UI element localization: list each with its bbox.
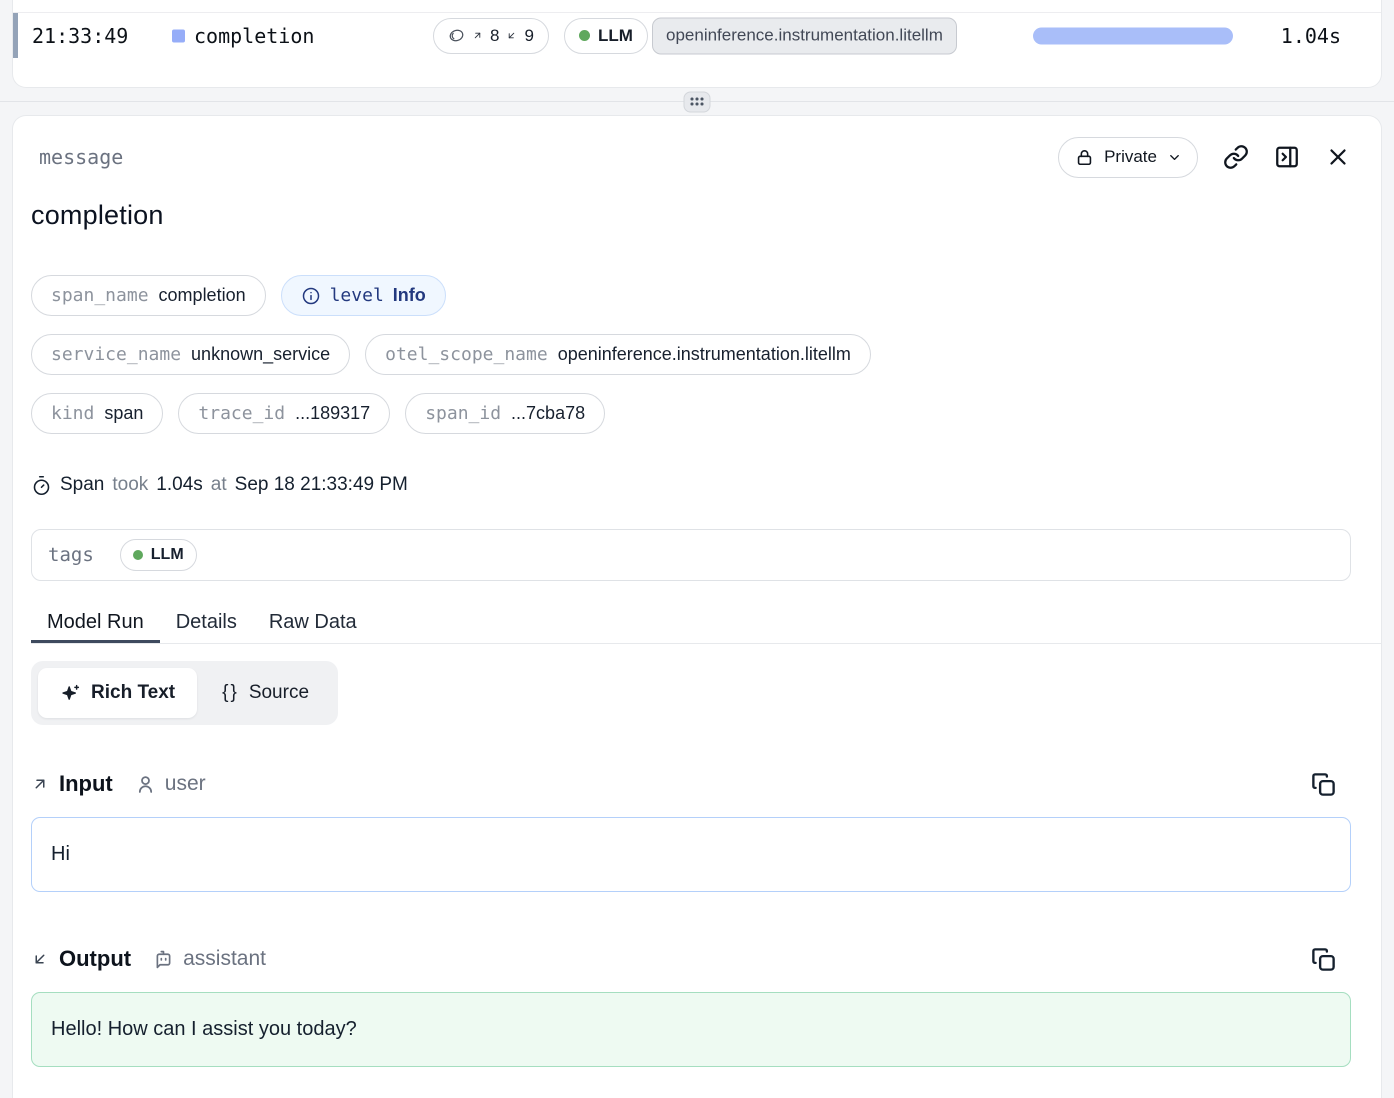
privacy-label: Private — [1104, 147, 1157, 167]
output-label: Output — [59, 946, 131, 972]
detail-tabs: Model Run Details Raw Data — [31, 605, 1381, 644]
row-selection-accent — [13, 13, 18, 58]
input-role: user — [165, 772, 206, 796]
panel-header: message Private — [31, 116, 1351, 178]
duration-bar — [1033, 27, 1233, 44]
trace-table-panel: 21:33:49 completion 8 9 LLM openinferenc… — [12, 0, 1382, 88]
tab-model-run[interactable]: Model Run — [31, 605, 160, 643]
kind-badge: kind span — [31, 393, 163, 434]
link-icon — [1223, 144, 1249, 170]
copy-output-button[interactable] — [1310, 946, 1337, 973]
timing-entity: Span — [60, 474, 104, 496]
tags-box: tags LLM — [31, 529, 1351, 581]
badge-key: kind — [51, 403, 94, 424]
span-id-badge: span_id ...7cba78 — [405, 393, 605, 434]
drag-handle[interactable] — [684, 91, 711, 112]
privacy-dropdown[interactable]: Private — [1058, 137, 1198, 178]
badge-value: completion — [159, 285, 246, 306]
braces-icon: {} — [222, 682, 239, 704]
panel-resizer — [0, 88, 1394, 115]
header-controls: Private — [1058, 137, 1351, 178]
badge-value: ...7cba78 — [511, 403, 585, 424]
span-name-badge: span_name completion — [31, 275, 266, 316]
copy-input-button[interactable] — [1310, 771, 1337, 798]
input-section-header: Input user — [31, 769, 1351, 799]
arrow-up-right-icon — [472, 30, 483, 41]
tag-llm[interactable]: LLM — [120, 539, 197, 571]
span-timing: Span took 1.04s at Sep 18 21:33:49 PM — [31, 474, 1351, 496]
input-token-count: 8 — [490, 26, 499, 46]
input-label: Input — [59, 771, 113, 797]
arrow-down-left-icon — [506, 30, 517, 41]
level-badge: level Info — [281, 275, 446, 316]
user-icon — [135, 774, 156, 795]
span-detail-panel: message Private completion — [12, 115, 1382, 1098]
trace-duration: 1.04s — [1281, 24, 1341, 48]
badge-value: openinference.instrumentation.litellm — [558, 344, 851, 365]
output-section-header: Output assistant — [31, 944, 1351, 974]
badge-value: unknown_service — [191, 344, 330, 365]
service-name-badge: service_name unknown_service — [31, 334, 350, 375]
timing-at: at — [211, 474, 227, 496]
trace-id-badge: trace_id ...189317 — [178, 393, 390, 434]
tags-label: tags — [48, 544, 94, 566]
tag-label: LLM — [151, 546, 184, 564]
trace-timestamp: 21:33:49 — [32, 24, 128, 48]
badge-value: span — [104, 403, 143, 424]
view-toggle: Rich Text {} Source — [31, 661, 338, 725]
copy-icon — [1310, 771, 1337, 798]
page-title: completion — [31, 200, 1351, 231]
sparkles-icon — [60, 683, 81, 704]
metadata-badges: span_name completion level Info service_… — [31, 275, 1351, 434]
llm-tag-badge: LLM — [564, 18, 648, 54]
lock-icon — [1075, 148, 1094, 167]
rich-text-toggle[interactable]: Rich Text — [38, 668, 197, 718]
arrow-down-left-icon — [31, 950, 49, 968]
trace-name: completion — [194, 24, 314, 48]
output-content[interactable]: Hello! How can I assist you today? — [31, 992, 1351, 1067]
badge-key: trace_id — [198, 403, 285, 424]
badge-value: ...189317 — [295, 403, 370, 424]
output-role: assistant — [183, 947, 266, 971]
span-diamond-icon — [172, 29, 185, 42]
llm-tag-label: LLM — [598, 26, 633, 46]
table-row[interactable]: 21:33:49 completion 8 9 LLM openinferenc… — [13, 13, 1381, 58]
tag-dot-icon — [133, 550, 143, 560]
info-icon — [301, 286, 321, 306]
timing-datetime: Sep 18 21:33:49 PM — [235, 474, 408, 496]
badge-key: otel_scope_name — [385, 344, 548, 365]
output-token-count: 9 — [524, 26, 533, 46]
timer-icon — [31, 475, 52, 496]
chevron-down-icon — [1167, 150, 1182, 165]
rich-text-label: Rich Text — [91, 682, 175, 704]
copy-link-button[interactable] — [1223, 144, 1249, 170]
close-icon — [1325, 144, 1351, 170]
input-content[interactable]: Hi — [31, 817, 1351, 892]
expand-side-panel-button[interactable] — [1274, 144, 1300, 170]
badge-key: span_id — [425, 403, 501, 424]
copy-icon — [1310, 946, 1337, 973]
tab-details[interactable]: Details — [160, 605, 253, 643]
bot-icon — [153, 949, 174, 970]
arrow-up-right-icon — [31, 775, 49, 793]
badge-key: level — [330, 285, 384, 306]
token-coin-icon — [448, 27, 465, 44]
timing-duration: 1.04s — [156, 474, 202, 496]
badge-value: Info — [393, 285, 426, 306]
close-panel-button[interactable] — [1325, 144, 1351, 170]
record-kind-label: message — [31, 145, 123, 169]
source-label: Source — [249, 682, 309, 704]
otel-scope-name-badge: otel_scope_name openinference.instrument… — [365, 334, 871, 375]
otel-scope-badge: openinference.instrumentation.litellm — [652, 17, 957, 54]
badge-key: span_name — [51, 285, 149, 306]
timing-took: took — [112, 474, 148, 496]
grip-dots-icon — [691, 98, 704, 106]
panel-right-icon — [1274, 144, 1300, 170]
token-count-badge: 8 9 — [433, 18, 549, 54]
badge-key: service_name — [51, 344, 181, 365]
source-toggle[interactable]: {} Source — [200, 668, 331, 718]
tab-raw-data[interactable]: Raw Data — [253, 605, 373, 643]
tag-dot-icon — [579, 30, 590, 41]
